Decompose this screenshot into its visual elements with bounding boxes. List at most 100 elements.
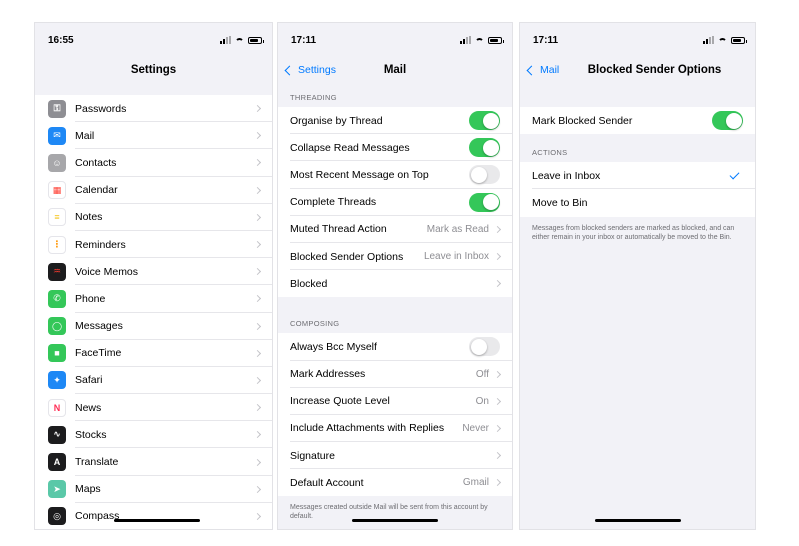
chevron-right-icon bbox=[253, 105, 262, 113]
collapse-read-messages-toggle[interactable] bbox=[469, 138, 500, 158]
chevron-right-icon bbox=[253, 431, 262, 439]
row-label: Default Account bbox=[290, 476, 364, 489]
status-icons bbox=[220, 34, 264, 47]
home-indicator[interactable] bbox=[352, 519, 438, 522]
settings-item-label: Maps bbox=[75, 483, 101, 496]
settings-item-messages[interactable]: ◯ Messages bbox=[35, 312, 272, 340]
chevron-right-icon bbox=[493, 424, 502, 433]
actions-list: Leave in Inbox Move to Bin bbox=[520, 162, 755, 217]
include-attachments-with-replies-row[interactable]: Include Attachments with Replies Never bbox=[278, 414, 512, 443]
action-move-to-bin[interactable]: Move to Bin bbox=[520, 189, 755, 217]
settings-item-label: FaceTime bbox=[75, 347, 122, 360]
row-value: Never bbox=[462, 422, 489, 434]
organise-by-thread-row: Organise by Thread bbox=[278, 107, 512, 135]
settings-item-passwords[interactable]: ⚿ Passwords bbox=[35, 95, 272, 123]
chevron-right-icon bbox=[493, 397, 502, 405]
muted-thread-action-row[interactable]: Muted Thread Action Mark as Read bbox=[278, 215, 512, 244]
settings-item-label: Phone bbox=[75, 292, 106, 305]
settings-item-label: News bbox=[75, 401, 102, 414]
chevron-right-icon bbox=[253, 213, 262, 221]
action-leave-in-inbox[interactable]: Leave in Inbox bbox=[520, 162, 755, 190]
settings-item-reminders[interactable]: ⋮ Reminders bbox=[35, 230, 272, 259]
settings-item-compass[interactable]: ◎ Compass bbox=[35, 502, 272, 529]
settings-item-mail[interactable]: ✉ Mail bbox=[35, 122, 272, 150]
stocks-icon: ∿ bbox=[48, 425, 66, 444]
notes-icon: ≡ bbox=[48, 208, 66, 227]
blocked-row[interactable]: Blocked bbox=[278, 270, 512, 298]
settings-item-voice-memos[interactable]: ♒ Voice Memos bbox=[35, 258, 272, 286]
settings-item-label: Translate bbox=[75, 456, 119, 469]
back-label: Mail bbox=[540, 64, 560, 76]
chevron-right-icon bbox=[253, 322, 262, 330]
increase-quote-level-row[interactable]: Increase Quote Level On bbox=[278, 387, 512, 416]
settings-item-translate[interactable]: A Translate bbox=[35, 448, 272, 476]
settings-item-facetime[interactable]: ■ FaceTime bbox=[35, 339, 272, 368]
row-value: Leave in Inbox bbox=[423, 251, 489, 263]
nav-bar: Settings Mail bbox=[278, 57, 512, 83]
chevron-right-icon bbox=[493, 252, 502, 261]
row-label: Always Bcc Myself bbox=[290, 340, 377, 353]
status-time: 17:11 bbox=[533, 34, 559, 46]
default-account-row[interactable]: Default Account Gmail bbox=[278, 469, 512, 497]
settings-item-label: Mail bbox=[75, 129, 95, 142]
settings-item-label: Contacts bbox=[75, 156, 117, 169]
page-title: Blocked Sender Options bbox=[587, 64, 722, 76]
chevron-right-icon bbox=[493, 280, 502, 288]
calendar-icon: ▦ bbox=[48, 181, 66, 200]
signal-icon bbox=[460, 36, 471, 44]
always-bcc-myself-toggle[interactable] bbox=[469, 337, 500, 357]
blocked-sender-options-row[interactable]: Blocked Sender Options Leave in Inbox bbox=[278, 242, 512, 271]
chevron-right-icon bbox=[253, 458, 262, 466]
chevron-right-icon bbox=[253, 240, 262, 249]
threading-list: Organise by Thread Collapse Read Messages… bbox=[278, 107, 512, 298]
row-label: Signature bbox=[290, 449, 335, 462]
mark-blocked-sender-toggle[interactable] bbox=[712, 111, 743, 131]
status-time: 17:11 bbox=[291, 34, 317, 46]
settings-item-maps[interactable]: ➤ Maps bbox=[35, 475, 272, 504]
settings-list: ⚿ Passwords ✉ Mail ☺ Contacts ▦ Calendar ≡ Notes ⋮… bbox=[35, 95, 272, 529]
settings-item-label: Voice Memos bbox=[75, 265, 139, 278]
complete-threads-toggle[interactable] bbox=[469, 192, 500, 212]
chevron-left-icon bbox=[284, 65, 295, 75]
maps-icon: ➤ bbox=[48, 480, 66, 499]
wifi-icon bbox=[718, 37, 727, 47]
mark-blocked-sender-row: Mark Blocked Sender bbox=[520, 107, 755, 135]
settings-item-news[interactable]: N News bbox=[35, 394, 272, 422]
row-label: Organise by Thread bbox=[290, 114, 383, 127]
battery-icon bbox=[731, 36, 747, 44]
row-label: Leave in Inbox bbox=[532, 169, 601, 182]
mark-blocked-list: Mark Blocked Sender bbox=[520, 107, 755, 135]
settings-item-safari[interactable]: ✦ Safari bbox=[35, 366, 272, 395]
settings-item-notes[interactable]: ≡ Notes bbox=[35, 203, 272, 232]
home-indicator[interactable] bbox=[594, 519, 681, 522]
most-recent-message-on-top-row: Most Recent Message on Top bbox=[278, 161, 512, 189]
row-label: Complete Threads bbox=[290, 196, 377, 209]
organise-by-thread-toggle[interactable] bbox=[469, 111, 500, 131]
checkmark-icon bbox=[729, 169, 740, 180]
row-label: Mark Blocked Sender bbox=[532, 114, 633, 127]
reminders-icon: ⋮ bbox=[48, 235, 66, 254]
settings-item-phone[interactable]: ✆ Phone bbox=[35, 285, 272, 313]
chevron-left-icon bbox=[526, 65, 537, 75]
row-label: Include Attachments with Replies bbox=[290, 422, 445, 435]
signal-icon bbox=[220, 36, 231, 44]
settings-item-label: Notes bbox=[75, 211, 103, 224]
signature-row[interactable]: Signature bbox=[278, 442, 512, 470]
nav-bar: Mail Blocked Sender Options bbox=[520, 57, 755, 83]
settings-item-stocks[interactable]: ∿ Stocks bbox=[35, 421, 272, 449]
settings-item-calendar[interactable]: ▦ Calendar bbox=[35, 176, 272, 204]
row-label: Muted Thread Action bbox=[290, 223, 387, 236]
settings-item-contacts[interactable]: ☺ Contacts bbox=[35, 149, 272, 177]
back-button[interactable]: Settings bbox=[284, 57, 336, 83]
status-time: 16:55 bbox=[48, 34, 74, 46]
home-indicator[interactable] bbox=[113, 519, 200, 522]
mark-addresses-row[interactable]: Mark Addresses Off bbox=[278, 360, 512, 388]
back-label: Settings bbox=[298, 64, 336, 76]
row-label: Blocked Sender Options bbox=[290, 250, 404, 263]
most-recent-message-on-top-toggle[interactable] bbox=[469, 165, 500, 185]
settings-item-label: Passwords bbox=[75, 102, 127, 115]
chevron-right-icon bbox=[493, 225, 502, 233]
chevron-right-icon bbox=[253, 132, 262, 140]
section-header-actions: ACTIONS bbox=[532, 148, 568, 158]
back-button[interactable]: Mail bbox=[526, 57, 560, 83]
